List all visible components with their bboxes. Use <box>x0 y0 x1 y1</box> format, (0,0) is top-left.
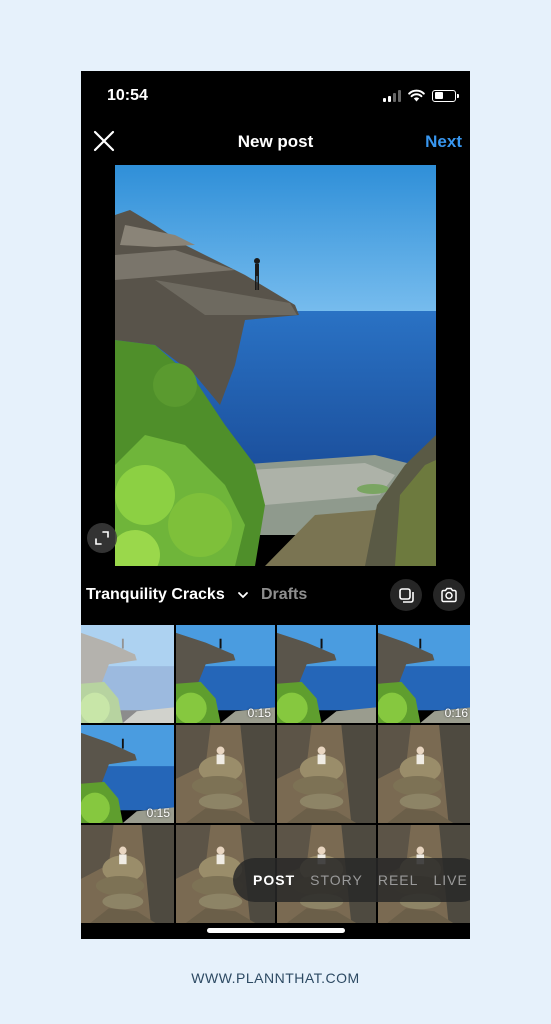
gallery-thumbnail[interactable]: 0:15 <box>81 725 174 823</box>
chevron-down-icon[interactable] <box>237 589 249 601</box>
page-title: New post <box>237 132 314 151</box>
status-time: 10:54 <box>107 87 148 104</box>
video-duration: 0:15 <box>146 806 170 820</box>
expand-icon <box>95 531 109 545</box>
drafts-tab[interactable]: Drafts <box>261 586 307 604</box>
mode-post[interactable]: POST <box>253 872 295 888</box>
cellular-signal-icon <box>383 89 401 102</box>
battery-level <box>434 92 444 99</box>
gallery-thumbnail[interactable]: 0:16 <box>378 625 470 723</box>
battery-icon <box>432 89 459 102</box>
camera-button[interactable] <box>433 579 465 611</box>
footer-watermark: WWW.PLANNTHAT.COM <box>191 970 360 986</box>
next-button[interactable]: Next <box>425 132 462 152</box>
phone-screen: 10:54 New post Next Tranquility Cracks D… <box>81 71 470 939</box>
video-duration: 0:16 <box>444 706 468 720</box>
expand-button[interactable] <box>87 523 117 553</box>
mode-switcher: POST STORY REEL LIVE <box>233 858 470 902</box>
gallery-thumbnail[interactable] <box>81 625 174 723</box>
gallery-thumbnail[interactable] <box>81 825 174 923</box>
gallery-thumbnail[interactable]: 0:15 <box>176 625 275 723</box>
wifi-icon <box>408 89 425 102</box>
photo-preview <box>115 165 436 566</box>
video-duration: 0:15 <box>247 706 271 720</box>
camera-icon <box>441 587 457 603</box>
status-icons <box>383 89 459 102</box>
mode-live[interactable]: LIVE <box>433 872 467 888</box>
multiple-select-icon <box>399 588 414 603</box>
select-multiple-button[interactable] <box>390 579 422 611</box>
mode-story[interactable]: STORY <box>310 872 363 888</box>
gallery-thumbnail[interactable] <box>277 625 376 723</box>
gallery-thumbnail[interactable] <box>176 725 275 823</box>
gallery-thumbnail[interactable] <box>378 725 470 823</box>
mode-reel[interactable]: REEL <box>378 872 419 888</box>
home-indicator[interactable] <box>207 928 345 933</box>
album-selector[interactable]: Tranquility Cracks <box>86 586 225 604</box>
album-bar: Tranquility Cracks Drafts <box>81 578 470 612</box>
gallery-thumbnail[interactable] <box>277 725 376 823</box>
